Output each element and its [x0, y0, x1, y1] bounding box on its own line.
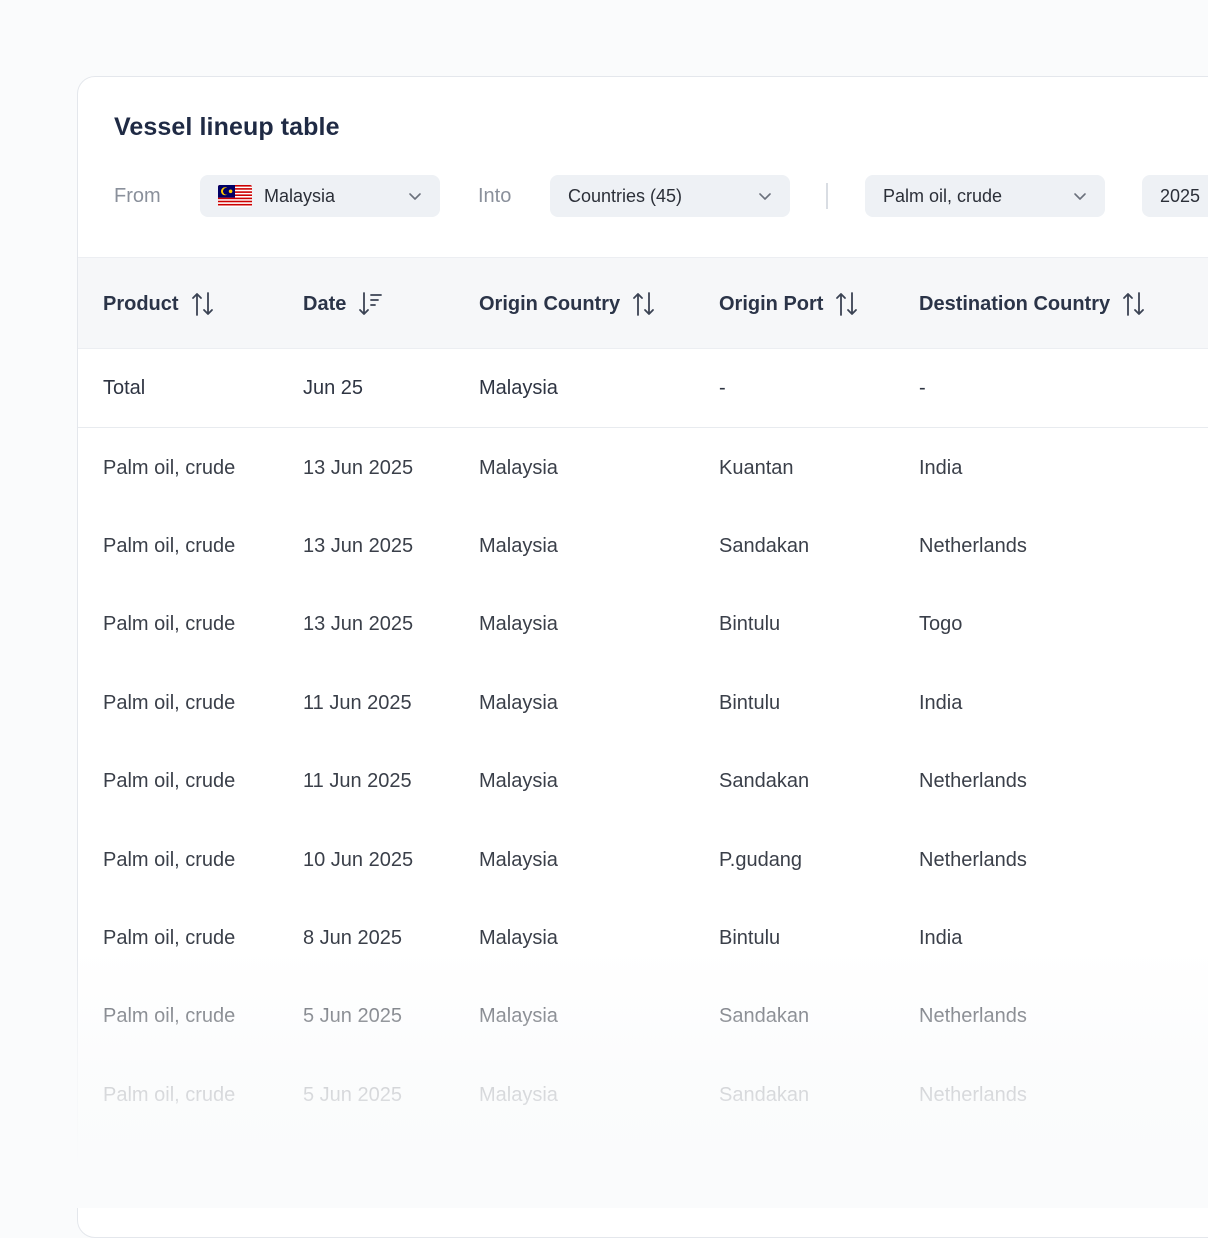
- table-row[interactable]: Palm oil, crude 5 Jun 2025 Malaysia Sand…: [78, 977, 1208, 1055]
- cell-date: 13 Jun 2025: [303, 613, 414, 635]
- cell-date: 5 Jun 2025: [303, 1084, 402, 1106]
- table-row[interactable]: Palm oil, crude 13 Jun 2025 Malaysia Bin…: [78, 585, 1208, 663]
- from-country-value: Malaysia: [264, 185, 336, 206]
- cell-destination-country: Netherlands: [919, 770, 1027, 792]
- filter-bar: From Malaysia Into Countries (45) Palm o…: [78, 173, 1208, 219]
- cell-origin-country: Malaysia: [479, 1084, 558, 1106]
- cell-origin-port: Kuantan: [719, 457, 794, 479]
- column-label: Destination Country: [919, 292, 1111, 315]
- cell-product: Palm oil, crude: [103, 770, 236, 792]
- from-country-select[interactable]: Malaysia: [200, 175, 440, 217]
- chevron-down-icon: [1074, 193, 1086, 200]
- cell-origin-port: Bintulu: [719, 927, 781, 949]
- cell-product: Palm oil, crude: [103, 1084, 236, 1106]
- cell-product: Palm oil, crude: [103, 457, 236, 479]
- year-value: 2025: [1160, 185, 1201, 206]
- cell-origin-port: Sandakan: [719, 535, 810, 557]
- into-countries-value: Countries (45): [568, 185, 683, 206]
- cell-date: 8 Jun 2025: [303, 927, 402, 949]
- cell-destination-country: Togo: [919, 613, 963, 635]
- table-row[interactable]: Palm oil, crude 8 Jun 2025 Malaysia Bint…: [78, 899, 1208, 977]
- column-label: Date: [303, 292, 347, 315]
- column-label: Origin Port: [719, 292, 824, 315]
- chevron-down-icon: [409, 193, 421, 200]
- cell-product: Palm oil, crude: [103, 692, 236, 714]
- sort-desc-icon: [359, 292, 383, 315]
- table-row[interactable]: Palm oil, crude 11 Jun 2025 Malaysia San…: [78, 742, 1208, 820]
- cell-origin-country: Malaysia: [479, 535, 558, 557]
- cell-date: 13 Jun 2025: [303, 457, 414, 479]
- cell-destination-country: India: [919, 927, 963, 949]
- cell-date: 11 Jun 2025: [303, 770, 412, 792]
- sort-both-icon: [191, 292, 213, 316]
- total-destination-country: -: [919, 377, 926, 399]
- table-row[interactable]: Palm oil, crude 13 Jun 2025 Malaysia San…: [78, 507, 1208, 585]
- filter-divider: [826, 183, 828, 209]
- total-product: Total: [103, 377, 146, 399]
- sort-both-icon: [633, 292, 655, 316]
- product-select[interactable]: Palm oil, crude: [865, 175, 1105, 217]
- cell-date: 10 Jun 2025: [303, 849, 414, 871]
- from-label: From: [114, 185, 161, 207]
- cell-date: 13 Jun 2025: [303, 535, 414, 557]
- cell-destination-country: Netherlands: [919, 1084, 1027, 1106]
- into-label: Into: [478, 185, 512, 207]
- cell-product: Palm oil, crude: [103, 849, 236, 871]
- chevron-down-icon: [759, 193, 771, 200]
- cell-destination-country: Netherlands: [919, 849, 1027, 871]
- table-row[interactable]: Palm oil, crude 13 Jun 2025 Malaysia Kua…: [78, 429, 1208, 507]
- cell-date: 11 Jun 2025: [303, 692, 412, 714]
- page-title: Vessel lineup table: [114, 113, 340, 141]
- total-origin-country: Malaysia: [479, 377, 558, 399]
- cell-origin-country: Malaysia: [479, 613, 558, 635]
- cell-origin-port: Sandakan: [719, 1084, 810, 1106]
- cell-product: Palm oil, crude: [103, 613, 236, 635]
- cell-product: Palm oil, crude: [103, 927, 236, 949]
- total-date: Jun 25: [303, 377, 364, 399]
- table-header: Product Date Origin Country Origin Port …: [78, 257, 1208, 349]
- cell-destination-country: Netherlands: [919, 1005, 1027, 1027]
- table-row[interactable]: Palm oil, crude 11 Jun 2025 Malaysia Bin…: [78, 664, 1208, 742]
- cell-destination-country: Netherlands: [919, 535, 1027, 557]
- cell-origin-country: Malaysia: [479, 849, 558, 871]
- into-countries-select[interactable]: Countries (45): [550, 175, 790, 217]
- cell-origin-country: Malaysia: [479, 1005, 558, 1027]
- table-row[interactable]: Palm oil, crude 5 Jun 2025 Malaysia Sand…: [78, 1056, 1208, 1134]
- column-header-destination-country[interactable]: Destination Country: [919, 258, 1146, 350]
- product-value: Palm oil, crude: [883, 185, 1003, 206]
- column-header-date[interactable]: Date: [303, 258, 384, 350]
- malaysia-flag-icon: [218, 185, 252, 207]
- total-row: Total Jun 25 Malaysia - -: [78, 349, 1208, 428]
- cell-product: Palm oil, crude: [103, 1005, 236, 1027]
- cell-product: Palm oil, crude: [103, 535, 236, 557]
- year-select[interactable]: 2025: [1142, 175, 1208, 217]
- sort-both-icon: [1123, 292, 1145, 316]
- cell-origin-port: Bintulu: [719, 613, 781, 635]
- table-row[interactable]: Palm oil, crude 10 Jun 2025 Malaysia P.g…: [78, 821, 1208, 899]
- column-label: Product: [103, 292, 179, 315]
- sort-both-icon: [836, 292, 858, 316]
- column-header-origin-country[interactable]: Origin Country: [479, 258, 656, 350]
- cell-origin-port: P.gudang: [719, 849, 803, 871]
- cell-origin-country: Malaysia: [479, 457, 558, 479]
- cell-destination-country: India: [919, 457, 963, 479]
- cell-origin-port: Bintulu: [719, 692, 781, 714]
- column-label: Origin Country: [479, 292, 621, 315]
- cell-origin-country: Malaysia: [479, 770, 558, 792]
- cell-origin-port: Sandakan: [719, 770, 810, 792]
- cell-origin-port: Sandakan: [719, 1005, 810, 1027]
- cell-origin-country: Malaysia: [479, 692, 558, 714]
- column-header-origin-port[interactable]: Origin Port: [719, 258, 859, 350]
- cell-destination-country: India: [919, 692, 963, 714]
- vessel-lineup-card: Vessel lineup table From Malaysia Into C…: [77, 76, 1208, 1238]
- total-origin-port: -: [719, 377, 726, 399]
- cell-date: 5 Jun 2025: [303, 1005, 402, 1027]
- cell-origin-country: Malaysia: [479, 927, 558, 949]
- column-header-product[interactable]: Product: [103, 258, 215, 350]
